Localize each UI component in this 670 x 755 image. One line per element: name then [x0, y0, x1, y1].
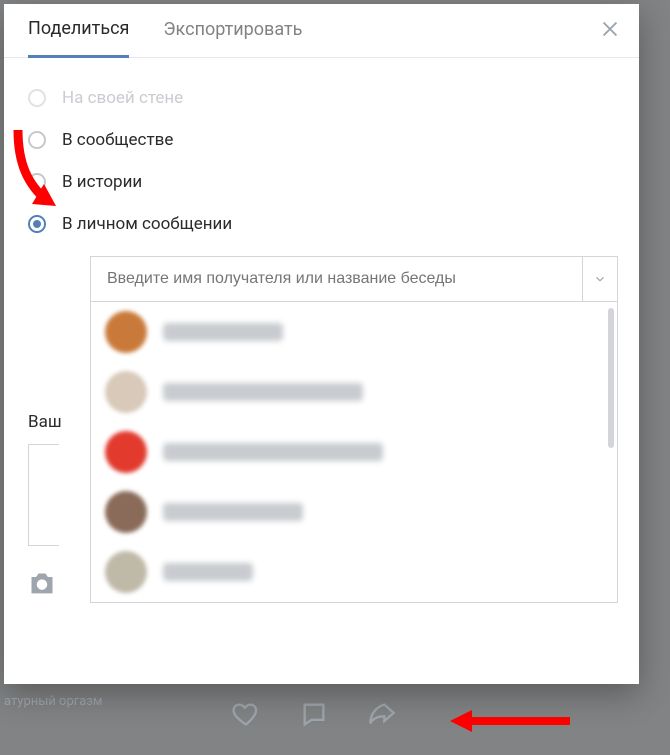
tab-export[interactable]: Экспортировать [163, 19, 302, 56]
modal-tabs: Поделиться Экспортировать [4, 4, 639, 58]
radio-icon [28, 173, 46, 191]
like-icon[interactable] [232, 700, 260, 732]
list-item[interactable] [91, 542, 617, 602]
recipient-picker [90, 256, 618, 603]
option-label: На своей стене [62, 88, 183, 108]
tab-share[interactable]: Поделиться [28, 18, 129, 58]
post-action-bar [232, 700, 396, 732]
option-story[interactable]: В истории [28, 172, 615, 192]
avatar [105, 431, 147, 473]
avatar [105, 551, 147, 593]
annotation-arrow-share [450, 706, 570, 740]
contact-name-blurred [163, 443, 383, 461]
comment-label-truncated: Ваш [28, 412, 62, 432]
recipient-input-wrap[interactable] [90, 256, 618, 302]
option-label: В личном сообщении [62, 214, 232, 234]
list-item[interactable] [91, 422, 617, 482]
avatar [105, 311, 147, 353]
radio-icon [28, 131, 46, 149]
option-message[interactable]: В личном сообщении [28, 214, 615, 234]
close-icon [599, 18, 621, 40]
share-modal: Поделиться Экспортировать На своей стене… [4, 4, 639, 684]
contact-name-blurred [163, 563, 253, 581]
radio-icon [28, 215, 46, 233]
attach-photo-button[interactable] [28, 572, 56, 600]
recipient-input[interactable] [91, 270, 582, 288]
contact-name-blurred [163, 503, 303, 521]
option-wall[interactable]: На своей стене [28, 88, 615, 108]
option-label: В сообществе [62, 130, 173, 150]
avatar [105, 491, 147, 533]
list-item[interactable] [91, 482, 617, 542]
contact-name-blurred [163, 323, 283, 341]
close-button[interactable] [599, 18, 621, 44]
avatar [105, 371, 147, 413]
comment-icon[interactable] [300, 700, 328, 732]
recipient-dropdown[interactable] [90, 302, 618, 603]
list-item[interactable] [91, 302, 617, 362]
contact-name-blurred [163, 383, 363, 401]
radio-icon [28, 89, 46, 107]
option-community[interactable]: В сообществе [28, 130, 615, 150]
list-item[interactable] [91, 362, 617, 422]
camera-icon [28, 572, 56, 596]
dropdown-toggle[interactable] [582, 257, 617, 301]
comment-box-truncated[interactable] [28, 444, 59, 546]
share-icon[interactable] [368, 700, 396, 732]
share-options: На своей стене В сообществе В истории В … [4, 58, 639, 603]
option-label: В истории [62, 172, 142, 192]
chevron-down-icon [593, 272, 607, 286]
